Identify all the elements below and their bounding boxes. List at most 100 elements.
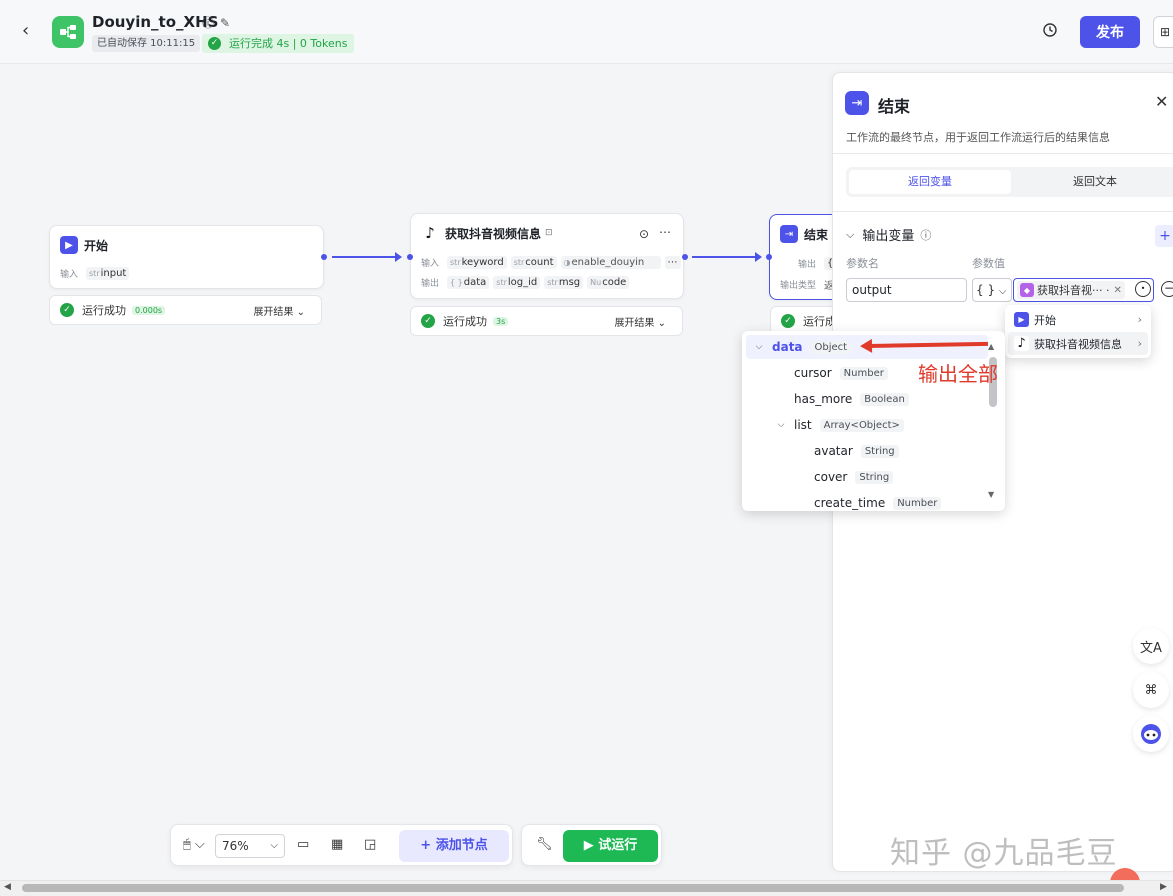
scroll-up-arrow[interactable]: ▲ xyxy=(988,342,994,351)
close-icon[interactable]: ✕ xyxy=(1155,92,1168,111)
douyin-status-text: 运行成功 xyxy=(443,315,487,328)
param-name-input[interactable] xyxy=(846,278,967,302)
translate-icon[interactable]: 文A xyxy=(1133,628,1169,664)
douyin-expand-results[interactable]: 展开结果 ⌄ xyxy=(614,314,666,329)
douyin-output-port[interactable] xyxy=(682,254,688,260)
tree-item-has-more[interactable]: has_more Boolean xyxy=(746,387,988,411)
horizontal-scrollbar-thumb[interactable] xyxy=(22,884,1124,892)
chevron-right-icon: › xyxy=(1137,313,1142,326)
douyin-inputs-more[interactable]: ⋯ xyxy=(664,256,681,269)
douyin-input-port[interactable] xyxy=(407,254,413,260)
start-node-icon: ▶ xyxy=(60,236,78,254)
picker-item-label: 开始 xyxy=(1034,313,1056,327)
workflow-title: Douyin_to_XHS xyxy=(92,13,219,31)
zoom-select[interactable]: 76% ⌵ xyxy=(215,834,285,858)
start-input-chip: strinput xyxy=(86,267,130,280)
douyin-node[interactable]: ♪ 获取抖音视频信息 ⊡ ⊙ ⋯ 输入 strkeyword strcount … xyxy=(410,213,684,299)
edit-icon[interactable]: ✎ xyxy=(220,16,230,30)
tree-item-key: cursor xyxy=(794,366,832,380)
param-value-field[interactable]: ◆ 获取抖音视··· · ✕ xyxy=(1013,278,1154,302)
run-status-text: 运行完成 4s | 0 Tokens xyxy=(229,37,348,50)
chevron-down-icon: ⌵ xyxy=(846,227,855,241)
tree-item-avatar[interactable]: avatar String xyxy=(746,439,988,463)
tree-item-key: data xyxy=(772,340,803,354)
canvas-toolbar: 🖱︎ ⌵ 76% ⌵ ▭ ▦ ◲ + 添加节点 xyxy=(170,824,513,866)
start-node-title: 开始 xyxy=(84,238,109,253)
start-output-port[interactable] xyxy=(321,254,327,260)
apps-grid-icon[interactable]: ⌘ xyxy=(1133,672,1169,708)
history-icon[interactable] xyxy=(1042,22,1062,42)
run-node-icon[interactable]: ⊙ xyxy=(639,227,649,241)
panel-description: 工作流的最终节点，用于返回工作流运行后的结果信息 xyxy=(846,131,1110,144)
section-title: 输出变量 xyxy=(862,229,915,244)
douyin-status-time: 3s xyxy=(493,316,509,326)
scroll-right-arrow[interactable]: ▶ xyxy=(1160,882,1167,892)
picker-item-label: 获取抖音视频信息 xyxy=(1034,337,1122,351)
douyin-output-chip: Nucode xyxy=(587,276,630,289)
end-input-port[interactable] xyxy=(766,254,772,260)
output-variables-header[interactable]: ⌵ 输出变量 ⓘ xyxy=(846,225,931,245)
type-tag: Boolean xyxy=(860,392,909,406)
end-output-label: 输出 xyxy=(798,260,817,270)
layout-icon[interactable]: ⊞ xyxy=(1153,16,1173,48)
tree-item-key: cover xyxy=(814,470,848,484)
start-run-status: ✓ 运行成功 0.000s 展开结果 ⌄ xyxy=(49,295,322,325)
type-tag: Number xyxy=(893,496,942,510)
douyin-input-chip: ◑enable_douyin xyxy=(560,256,661,269)
tree-item-cover[interactable]: cover String xyxy=(746,465,988,489)
douyin-node-title: 获取抖音视频信息 xyxy=(445,226,542,241)
watermark: 知乎 @九品毛豆 xyxy=(890,836,1118,871)
annotation-text: 输出全部 xyxy=(918,362,998,386)
trial-run-button[interactable]: ▶ 试运行 xyxy=(563,830,658,862)
info-icon[interactable]: ⓘ xyxy=(920,227,931,243)
add-node-button[interactable]: + 添加节点 xyxy=(399,830,509,862)
publish-button[interactable]: 发布 xyxy=(1080,16,1140,48)
scroll-down-arrow[interactable]: ▼ xyxy=(988,490,994,499)
tab-return-text[interactable]: 返回文本 xyxy=(1014,170,1173,194)
type-tag: String xyxy=(855,470,894,484)
node-more-icon[interactable]: ⋯ xyxy=(659,225,671,239)
picker-item-start[interactable]: ▶ 开始 › xyxy=(1008,308,1148,331)
end-output-type-label: 输出类型 xyxy=(780,281,817,291)
plugin-icon: ◆ xyxy=(1020,283,1034,297)
start-expand-results[interactable]: 展开结果 ⌄ xyxy=(253,303,305,318)
picker-item-douyin[interactable]: ♪ 获取抖音视频信息 › xyxy=(1008,332,1148,355)
douyin-output-chip: strmsg xyxy=(544,276,584,289)
douyin-input-label: 输入 xyxy=(421,259,440,269)
minimap-icon[interactable]: ◲ xyxy=(364,837,376,852)
success-icon: ✓ xyxy=(421,314,435,328)
remove-icon[interactable]: − xyxy=(1161,281,1173,297)
start-status-text: 运行成功 xyxy=(82,304,126,317)
douyin-output-chip: { }data xyxy=(447,276,490,289)
auto-layout-icon[interactable]: ▦ xyxy=(331,837,343,852)
back-button[interactable]: ‹ xyxy=(22,20,42,44)
divider xyxy=(833,211,1173,212)
tree-item-key: has_more xyxy=(794,392,853,406)
scroll-left-arrow[interactable]: ◀ xyxy=(4,882,11,892)
tab-return-variables[interactable]: 返回变量 xyxy=(849,170,1011,194)
value-reference-chip: ◆ 获取抖音视··· · ✕ xyxy=(1017,281,1125,299)
variable-picker-icon[interactable]: • xyxy=(1135,281,1151,297)
type-tag: Object xyxy=(810,340,852,354)
tree-item-create-time[interactable]: create_time Number xyxy=(746,491,988,511)
tree-item-list[interactable]: ⌵ list Array<Object> xyxy=(746,413,988,437)
comment-icon[interactable]: ▭ xyxy=(297,837,309,852)
tiktok-icon: ♪ xyxy=(421,224,439,242)
tree-item-key: list xyxy=(794,418,812,432)
chevron-down-icon[interactable]: ⌵ xyxy=(774,420,788,430)
debug-wrench-icon[interactable]: 🔧︎ xyxy=(536,837,553,852)
assistant-icon[interactable] xyxy=(1133,716,1169,752)
check-icon: ✓ xyxy=(208,37,221,50)
info-icon[interactable]: ⓘ xyxy=(202,16,214,30)
clear-icon[interactable]: ✕ xyxy=(1113,285,1121,296)
plugin-icon: ⊡ xyxy=(545,228,553,238)
add-variable-button[interactable]: + xyxy=(1155,225,1173,247)
chevron-down-icon[interactable]: ⌵ xyxy=(752,342,766,352)
param-type-select[interactable]: { } ⌵ xyxy=(972,278,1012,302)
douyin-input-chip: strcount xyxy=(510,256,557,269)
mouse-mode-icon[interactable]: 🖱︎ ⌵ xyxy=(183,837,205,852)
start-node[interactable]: ▶ 开始 输入 strinput xyxy=(49,225,324,289)
panel-tabs: 返回变量 返回文本 xyxy=(846,167,1173,197)
edge-start-douyin xyxy=(332,252,402,262)
end-node-icon: ⇥ xyxy=(780,225,798,243)
